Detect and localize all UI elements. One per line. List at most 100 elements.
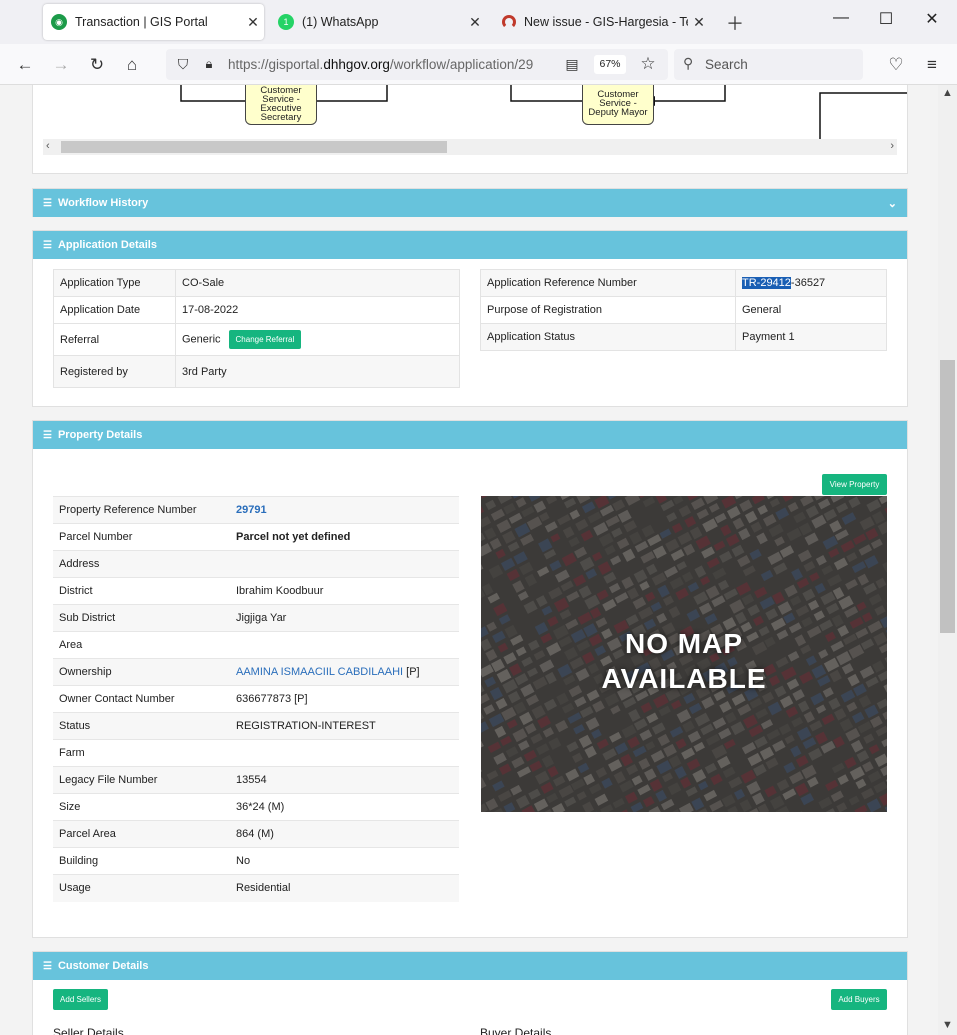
view-property-button[interactable]: View Property [822, 474, 887, 495]
tab-gis-portal[interactable]: ◉ Transaction | GIS Portal ✕ [43, 4, 264, 40]
pocket-icon[interactable]: ♡ [883, 52, 909, 78]
table-row: Status REGISTRATION-INTEREST [53, 712, 459, 740]
property-details-header[interactable]: ☰ Property Details [33, 421, 907, 449]
search-placeholder: Search [705, 57, 748, 72]
workflow-history-header[interactable]: ☰ Workflow History ⌄ [33, 189, 907, 217]
tab-title: Transaction | GIS Portal [75, 15, 208, 29]
field-label: Owner Contact Number [53, 685, 230, 713]
change-referral-button[interactable]: Change Referral [228, 330, 302, 349]
close-tab-icon[interactable]: ✕ [242, 14, 264, 31]
field-label: Usage [53, 874, 230, 902]
forward-icon[interactable]: → [48, 52, 74, 78]
url-bar[interactable]: ⛉ 🔒︎ https://gisportal.dhhgov.org/workfl… [166, 49, 668, 80]
customer-details-panel: ☰ Customer Details Add Sellers Add Buyer… [32, 951, 908, 1035]
gis-favicon-icon: ◉ [51, 14, 67, 30]
field-value: Parcel not yet defined [230, 523, 459, 551]
field-label: Size [53, 793, 230, 821]
scroll-left-icon[interactable]: ‹ [46, 140, 50, 152]
field-value: Jigjiga Yar [230, 604, 459, 632]
new-tab-icon[interactable]: ＋ [726, 10, 744, 36]
field-value: 636677873 [P] [230, 685, 459, 713]
bookmark-star-icon[interactable]: ☆ [635, 51, 661, 77]
tab-whatsapp[interactable]: 1 (1) WhatsApp ✕ [270, 4, 486, 40]
field-label: Application Status [480, 323, 736, 351]
field-value: -36527 [790, 277, 826, 289]
home-icon[interactable]: ⌂ [119, 52, 145, 78]
close-tab-icon[interactable]: ✕ [464, 14, 486, 31]
page-scroll-thumb[interactable] [940, 360, 955, 633]
menu-icon[interactable]: ≡ [919, 52, 945, 78]
url-text[interactable]: https://gisportal.dhhgov.org/workflow/ap… [228, 57, 560, 72]
table-row: Area [53, 631, 459, 659]
property-details-table: Property Reference Number 29791 Parcel Num… [53, 496, 459, 902]
field-label: Purpose of Registration [480, 296, 736, 324]
table-row: Application Reference Number TR-29412-365… [480, 269, 887, 297]
diagram-scrollbar[interactable]: ‹ › [43, 139, 897, 155]
selected-text[interactable]: TR-29412 [742, 277, 791, 289]
field-label: District [53, 577, 230, 605]
field-label: Application Type [53, 269, 176, 297]
reader-view-icon[interactable]: ▤ [559, 51, 585, 77]
workflow-node-deputy-mayor[interactable]: Customer Service - Deputy Mayor [582, 85, 654, 125]
add-buyers-button[interactable]: Add Buyers [831, 989, 887, 1010]
owner-link[interactable]: AAMINA ISMAACIIL CABDILAAHI [236, 666, 403, 678]
table-row: Parcel Area 864 (M) [53, 820, 459, 848]
search-input[interactable]: ⚲ Search [674, 49, 863, 80]
scroll-down-icon[interactable]: ▼ [942, 1019, 953, 1031]
application-details-left-table: Application Type CO-Sale Application Date… [53, 269, 460, 388]
scroll-up-icon[interactable]: ▲ [942, 87, 953, 99]
add-sellers-button[interactable]: Add Sellers [53, 989, 108, 1010]
table-row: Application Status Payment 1 [480, 323, 887, 351]
list-icon: ☰ [43, 429, 52, 441]
field-label: Application Date [53, 296, 176, 324]
lock-icon[interactable]: 🔒︎ [196, 51, 222, 77]
table-row: Registered by 3rd Party [53, 355, 460, 388]
reload-icon[interactable]: ↻ [84, 52, 110, 78]
minimize-icon[interactable]: — [826, 9, 856, 27]
property-details-panel: ☰ Property Details View Property Propert… [32, 420, 908, 938]
field-value: Generic [182, 333, 221, 346]
application-details-right-table: Application Reference Number TR-29412-365… [480, 269, 887, 351]
reference-number-value: TR-29412-36527 [735, 269, 887, 297]
workflow-node-executive-secretary[interactable]: Customer Service - Executive Secretary [245, 85, 317, 125]
maximize-icon[interactable]: ☐ [871, 9, 901, 29]
scroll-right-icon[interactable]: › [890, 140, 894, 152]
field-label: Registered by [53, 355, 176, 388]
table-row: Address [53, 550, 459, 578]
zoom-level[interactable]: 67% [594, 55, 626, 74]
workflow-diagram-card: Customer Service - Executive Secretary C… [32, 85, 908, 174]
customer-details-header[interactable]: ☰ Customer Details [33, 952, 907, 980]
field-value: 13554 [230, 766, 459, 794]
no-map-label: NO MAP AVAILABLE [481, 626, 887, 696]
panel-title: Customer Details [57, 960, 149, 972]
field-label: Area [53, 631, 230, 659]
table-row: Size 36*24 (M) [53, 793, 459, 821]
window-close-icon[interactable]: ✕ [917, 9, 947, 29]
property-reference-link[interactable]: 29791 [236, 504, 267, 516]
table-row: Farm [53, 739, 459, 767]
close-tab-icon[interactable]: ✕ [688, 14, 710, 31]
field-value [230, 550, 459, 578]
field-value [230, 739, 459, 767]
back-icon[interactable]: ← [12, 52, 38, 78]
tab-new-issue[interactable]: New issue - GIS-Hargesia - Team ✕ [494, 4, 710, 40]
tab-title: New issue - GIS-Hargesia - Team [524, 15, 688, 29]
field-label: Application Reference Number [480, 269, 736, 297]
diagram-scroll-thumb[interactable] [61, 141, 447, 153]
navigation-bar: ← → ↻ ⌂ ⛉ 🔒︎ https://gisportal.dhhgov.or… [0, 44, 957, 85]
field-label: Ownership [53, 658, 230, 686]
field-value: 36*24 (M) [230, 793, 459, 821]
shield-icon[interactable]: ⛉ [170, 51, 196, 77]
page-scrollbar[interactable]: ▲ ▼ [938, 85, 957, 1035]
owner-type-suffix: [P] [406, 666, 420, 678]
no-map-text-line1: NO MAP [625, 628, 743, 659]
field-value: AAMINA ISMAACIIL CABDILAAHI [P] [230, 658, 459, 686]
field-value: 864 (M) [230, 820, 459, 848]
field-value: No [230, 847, 459, 875]
page-content: Customer Service - Executive Secretary C… [0, 85, 938, 1035]
workflow-history-panel[interactable]: ☰ Workflow History ⌄ [32, 188, 908, 217]
field-value: 29791 [230, 496, 459, 524]
chevron-down-icon[interactable]: ⌄ [888, 197, 897, 210]
no-map-text-line2: AVAILABLE [601, 663, 767, 694]
application-details-header[interactable]: ☰ Application Details [33, 231, 907, 259]
